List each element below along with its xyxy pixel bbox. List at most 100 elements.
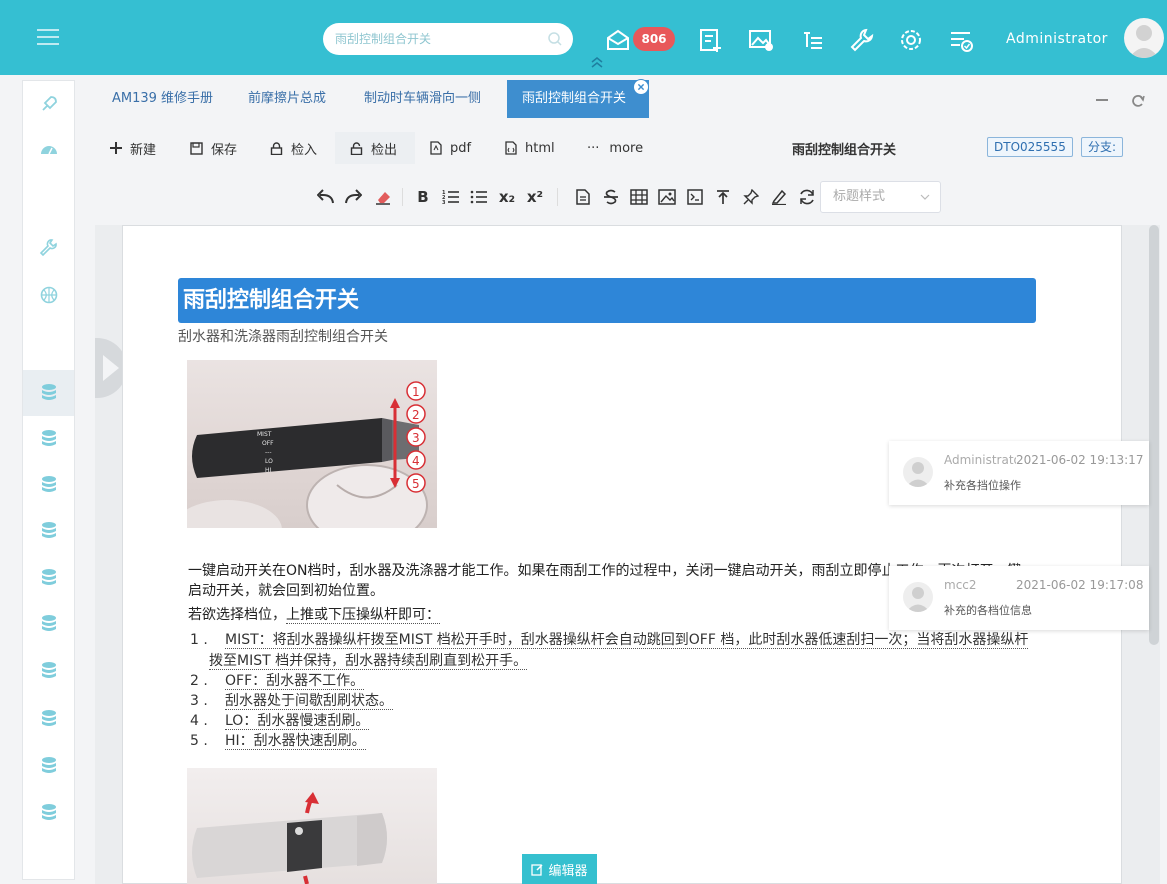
tab-front-friction[interactable]: 前摩擦片总成 xyxy=(248,80,326,118)
sidebar-item-launch[interactable] xyxy=(23,81,74,127)
edit-button[interactable] xyxy=(768,186,790,208)
sidebar-item-db-4[interactable] xyxy=(23,508,74,554)
superscript-button[interactable]: x² xyxy=(524,186,546,208)
username[interactable]: Administrator xyxy=(1006,31,1108,47)
list-tree-icon[interactable] xyxy=(800,27,826,53)
tab-brake-drift[interactable]: 制动时车辆滑向一侧 xyxy=(364,80,481,118)
more-button[interactable]: ··· more xyxy=(587,132,643,164)
document-subtitle: 刮水器和洗涤器雨刮控制组合开关 xyxy=(178,329,388,345)
refresh-icon[interactable] xyxy=(1131,94,1145,108)
sidebar-item-db-8[interactable] xyxy=(23,696,74,742)
user-icon xyxy=(906,462,930,487)
tab-bar: AM139 维修手册 前摩擦片总成 制动时车辆滑向一侧 雨刮控制组合开关 xyxy=(95,80,1160,118)
database-icon xyxy=(41,430,56,446)
step-number-4: 4 xyxy=(412,454,420,468)
scrollbar[interactable] xyxy=(1149,225,1159,645)
strikethrough-button[interactable] xyxy=(600,186,622,208)
sidebar-item-db-7[interactable] xyxy=(23,648,74,694)
heading-style-select[interactable]: 标题样式 xyxy=(820,181,941,213)
wrench-icon[interactable] xyxy=(849,27,875,53)
paragraph-select-underlined: 上推或下压操纵杆即可： xyxy=(286,607,440,624)
stalk-label-off: OFF xyxy=(262,440,274,447)
sidebar-item-db-1[interactable] xyxy=(23,370,74,416)
save-button[interactable]: 保存 xyxy=(190,132,237,164)
sidebar-item-basketball[interactable] xyxy=(23,272,74,318)
table-button[interactable] xyxy=(628,186,650,208)
list-item: 3 . 刮水器处于间歇刮刷状态。 xyxy=(190,691,393,711)
user-icon xyxy=(906,587,930,612)
eraser-button[interactable] xyxy=(372,186,394,208)
comment-card[interactable]: mcc2 2021-06-02 19:17:08 补充的各档位信息 xyxy=(889,566,1149,630)
new-document-icon[interactable] xyxy=(697,27,723,53)
tab-wiper-switch[interactable]: 雨刮控制组合开关 xyxy=(507,80,649,118)
pencil-icon xyxy=(771,189,787,205)
task-list-icon[interactable] xyxy=(948,27,974,53)
ordered-list-button[interactable]: 123 xyxy=(440,186,462,208)
dto-tag[interactable]: DTO025555 xyxy=(987,137,1073,157)
paragraph-select: 若欲选择档位，上推或下压操纵杆即可： xyxy=(188,605,440,625)
new-button[interactable]: 新建 xyxy=(110,132,156,164)
database-icon xyxy=(41,476,56,492)
tab-close-icon[interactable] xyxy=(633,79,649,95)
avatar[interactable] xyxy=(1124,18,1164,58)
menu-icon[interactable] xyxy=(37,29,59,45)
minimize-icon[interactable] xyxy=(1096,99,1108,101)
checkout-button[interactable]: 检出 xyxy=(335,132,415,164)
html-file-icon xyxy=(505,141,517,155)
editor-button[interactable]: 编辑器 xyxy=(522,854,597,884)
sidebar-item-db-9[interactable] xyxy=(23,743,74,789)
align-top-button[interactable] xyxy=(712,186,734,208)
pdf-button[interactable]: pdf xyxy=(430,132,471,164)
image-button[interactable] xyxy=(656,186,678,208)
sidebar-item-db-10[interactable] xyxy=(23,790,74,836)
dashboard-icon xyxy=(40,146,57,155)
code-button[interactable] xyxy=(684,186,706,208)
subscript-button[interactable]: x₂ xyxy=(496,186,518,208)
paste-doc-button[interactable] xyxy=(572,186,594,208)
undo-button[interactable] xyxy=(315,186,337,208)
html-label: html xyxy=(525,140,555,156)
floppy-icon xyxy=(190,141,203,155)
checkin-label: 检入 xyxy=(291,142,318,158)
lock-icon xyxy=(270,141,283,155)
bullet-list-button[interactable] xyxy=(468,186,490,208)
undo-icon xyxy=(317,189,334,204)
sidebar-item-db-6[interactable] xyxy=(23,601,74,647)
list-number: 5 . xyxy=(190,733,208,749)
checkin-button[interactable]: 检入 xyxy=(270,132,317,164)
list-text: OFF：刮水器不工作。 xyxy=(225,673,365,690)
step-number-5: 5 xyxy=(412,477,420,491)
image-add-icon[interactable] xyxy=(748,27,774,53)
html-button[interactable]: html xyxy=(505,132,555,164)
mail-icon[interactable] xyxy=(605,27,631,53)
sidebar-item-db-3[interactable] xyxy=(23,462,74,508)
basketball-icon xyxy=(40,286,57,304)
comment-time: 2021-06-02 19:17:08 xyxy=(1016,578,1144,592)
sidebar-item-db-5[interactable] xyxy=(23,555,74,601)
comment-time: 2021-06-02 19:13:17 xyxy=(1016,453,1144,467)
pin-button[interactable] xyxy=(740,186,762,208)
wiper-stalk-image: MIST OFF --- LO HI 1 2 3 4 5 xyxy=(187,360,437,528)
pdf-label: pdf xyxy=(450,140,472,156)
table-icon xyxy=(630,189,648,205)
comment-card[interactable]: Administrator 2021-06-02 19:13:17 补充各挡位操… xyxy=(889,441,1149,505)
sync-button[interactable] xyxy=(796,186,818,208)
step-number-3: 3 xyxy=(412,431,420,445)
search-input[interactable] xyxy=(323,23,533,55)
sidebar-item-db-2[interactable] xyxy=(23,416,74,462)
document-icon xyxy=(576,189,590,205)
ordered-list-icon: 123 xyxy=(442,190,459,205)
rocket-icon xyxy=(41,96,57,111)
search-icon[interactable] xyxy=(547,31,563,47)
branch-tag[interactable]: 分支: xyxy=(1081,137,1124,157)
sidebar-item-tools[interactable] xyxy=(23,225,74,271)
list-text: MIST：将刮水器操纵杆拨至MIST 档松开手时，刮水器操纵杆会自动跳回到OFF… xyxy=(225,632,1029,649)
left-sidebar xyxy=(22,80,75,880)
bold-button[interactable]: B xyxy=(412,186,434,208)
tab-am139[interactable]: AM139 维修手册 xyxy=(112,80,213,118)
chevron-up-icon[interactable] xyxy=(590,56,604,68)
redo-button[interactable] xyxy=(342,186,364,208)
sidebar-item-dashboard[interactable] xyxy=(23,127,74,173)
gear-icon[interactable] xyxy=(898,27,924,53)
plus-icon xyxy=(110,142,122,154)
